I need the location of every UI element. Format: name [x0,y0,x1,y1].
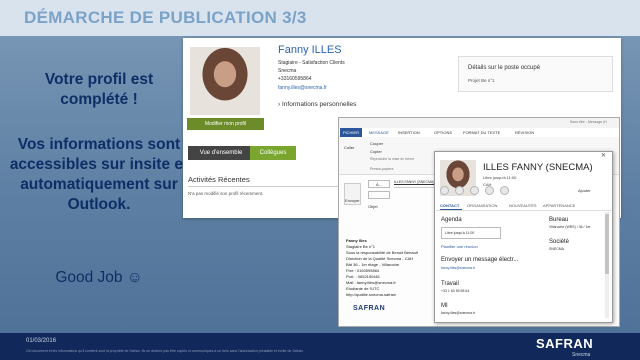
cut-button[interactable]: Couper [370,141,383,146]
copy-button[interactable]: Copier [370,149,382,154]
profile-role: Stagiaire - Satisfaction Clients [278,60,345,66]
tab-options[interactable]: OPTIONS [434,130,452,135]
contact-availability: Libre jusqu'à 11:00 [483,175,517,180]
tab-overview[interactable]: Vue d'ensemble [188,146,254,160]
personal-info-link[interactable]: › Informations personnelles [278,101,356,108]
send-email-link[interactable]: fanny.illes@snecma.fr [441,266,475,270]
send-label: Envoyer [345,198,360,203]
info-accessible-text: Vos informations sont accessibles sur in… [9,136,189,213]
more-icon[interactable] [500,186,509,195]
job-details-title: Détails sur le poste occupé [468,65,541,71]
tab-message[interactable]: MESSAGE [369,130,389,135]
clipboard-group-label: Presse-papiers [370,167,394,171]
tab-revision[interactable]: RÉVISION [515,130,534,135]
good-job-text: Good Job ☺ [55,269,143,286]
tab-organisation[interactable]: ORGANISATION [467,203,497,208]
edit-profile-button[interactable]: Modifier mon profil [187,118,264,130]
work-phone-heading: Travail [441,281,459,287]
tab-appartenance[interactable]: APPARTENANCE [543,203,575,208]
tab-nouveautes[interactable]: NOUVEAUTÉS [509,203,537,208]
close-icon[interactable]: ✕ [601,152,606,159]
add-contact-button[interactable]: Ajouter [578,188,591,193]
company-value: SNECMA [549,247,564,251]
signature-logo: SAFRAN [353,305,386,312]
work-phone-value[interactable]: +33 1 60 59 58 64 [441,289,469,293]
activities-empty-text: N'a pas modifié son profil récemment. [188,191,264,196]
profile-photo [190,47,260,115]
activities-heading: Activités Récentes [188,175,250,184]
im-value[interactable]: fanny.illes@snecma.fr [441,311,475,315]
company-heading: Société [549,239,570,245]
schedule-meeting-link[interactable]: Planifier une réunion [441,244,478,249]
slide-title: DÉMARCHE DE PUBLICATION 3/3 [24,8,307,27]
profile-phone: +33160595864 [278,76,312,82]
profile-email-link[interactable]: fanny.illes@snecma.fr [278,85,327,91]
tab-format-text[interactable]: FORMAT DU TEXTE [463,130,500,135]
tab-colleagues[interactable]: Collègues [250,146,296,160]
card-scrollbar-thumb[interactable] [605,214,609,274]
im-icon[interactable] [440,186,449,195]
activities-divider [188,186,338,187]
outlook-window-title: Sans titre - Message (H [570,120,607,124]
profile-name: Fanny ILLES [278,44,342,56]
cc-button[interactable] [368,191,390,199]
tab-fichier[interactable]: FICHIER [340,128,362,137]
send-email-heading: Envoyer un message électr... [441,257,519,263]
tab-insertion[interactable]: INSERTION [398,130,420,135]
agenda-heading: Agenda [441,217,462,223]
safran-sublogo: Snecma [572,352,591,358]
slide-date: 01/03/2016 [26,338,57,344]
tab-contact[interactable]: CONTACT [440,203,459,208]
legal-footnote: Cet document et les informations qu'il c… [26,349,304,353]
subject-label: Objet [368,204,378,209]
safran-logo: SAFRAN [536,336,594,351]
im-heading: MI [441,303,448,309]
contact-name: ILLES FANNY (SNECMA) [483,162,593,173]
job-details-box [458,56,613,92]
email-signature: Fanny Illes Stagiaire Be n°1 Sous la res… [346,238,438,298]
job-details-project: Projet Be n°1 [468,78,495,83]
format-painter-button[interactable]: Reproduire la mise en forme [370,157,414,161]
video-icon[interactable] [470,186,479,195]
to-button[interactable]: À... [368,180,390,188]
office-value: Villaroche (WRS) / 36 / 1er [549,225,591,229]
mail-icon[interactable] [485,186,494,195]
card-tab-divider [436,210,611,211]
profile-completed-text: Votre profil est complété ! [44,71,154,108]
signature-line: http://qualite.snecma.safran/ [346,292,397,297]
call-icon[interactable] [455,186,464,195]
paste-button[interactable]: Coller [344,145,354,150]
office-heading: Bureau [549,217,569,223]
profile-company: Snecma [278,68,297,74]
agenda-status: Libre jusqu'à 11:00 [441,227,501,239]
to-field[interactable]: ILLES FANNY (SNECMA) [394,180,436,188]
